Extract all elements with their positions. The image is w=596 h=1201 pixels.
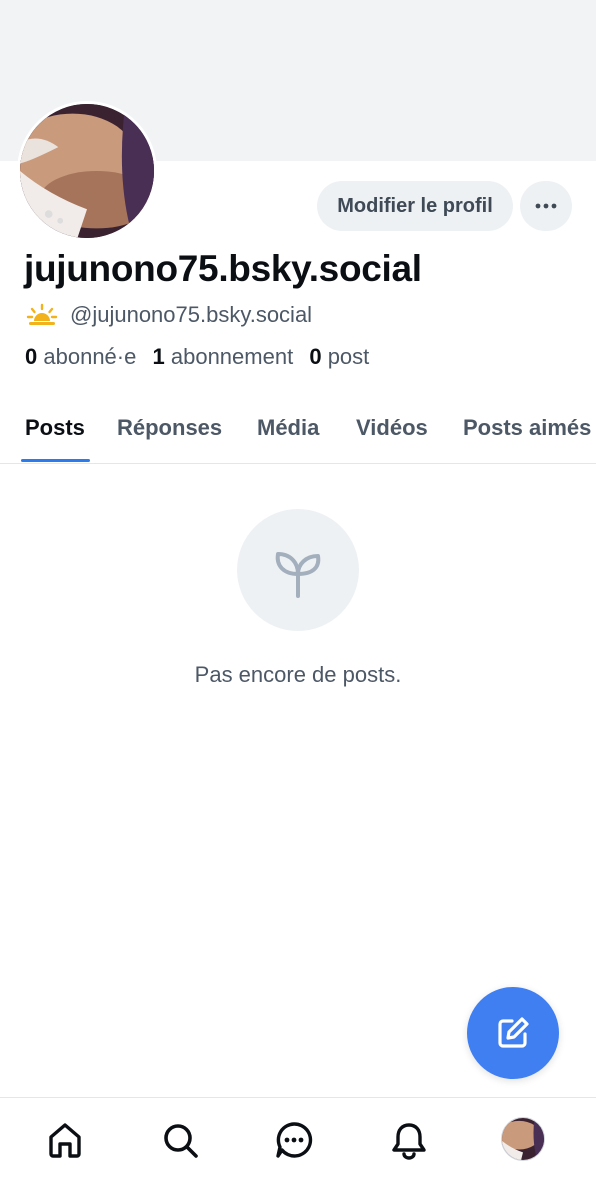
posts-stat: 0 post (309, 344, 370, 369)
empty-state-message: Pas encore de posts. (194, 662, 402, 687)
bell-icon (392, 1123, 426, 1160)
profile-tabs: Posts Réponses Média Vidéos Posts aimés (0, 405, 596, 464)
compose-button[interactable] (467, 987, 559, 1079)
profile-stats: 0 abonné·e 1 abonnement 0 post (25, 344, 369, 370)
home-icon (49, 1123, 81, 1158)
edit-profile-button[interactable]: Modifier le profil (317, 181, 513, 231)
nav-search[interactable] (158, 1118, 202, 1162)
bottom-navigation (0, 1097, 596, 1201)
tab-media[interactable]: Média (257, 415, 319, 441)
empty-state-icon-circle (237, 509, 359, 631)
tab-replies[interactable]: Réponses (117, 415, 222, 441)
more-horizontal-icon (535, 203, 557, 209)
tab-posts[interactable]: Posts (25, 415, 85, 441)
sprout-icon (275, 552, 321, 598)
following-stat[interactable]: 1 abonnement (152, 344, 293, 369)
sun-horizon-icon (26, 303, 58, 325)
tab-liked-posts[interactable]: Posts aimés (463, 415, 591, 441)
active-tab-indicator (21, 459, 90, 462)
compose-icon (498, 1017, 529, 1048)
tab-videos[interactable]: Vidéos (356, 415, 428, 441)
display-name: jujunono75.bsky.social (24, 248, 422, 289)
profile-avatar[interactable] (17, 101, 157, 241)
more-options-button[interactable] (520, 181, 572, 231)
nav-notifications[interactable] (387, 1118, 431, 1162)
profile-handle: @jujunono75.bsky.social (70, 302, 313, 327)
nav-chat[interactable] (272, 1118, 316, 1162)
nav-home[interactable] (43, 1118, 87, 1162)
search-icon (164, 1124, 198, 1158)
chat-icon (276, 1122, 313, 1158)
followers-stat[interactable]: 0 abonné·e (25, 344, 136, 369)
nav-profile-avatar[interactable] (501, 1117, 545, 1161)
handle-row: @jujunono75.bsky.social (26, 300, 312, 330)
